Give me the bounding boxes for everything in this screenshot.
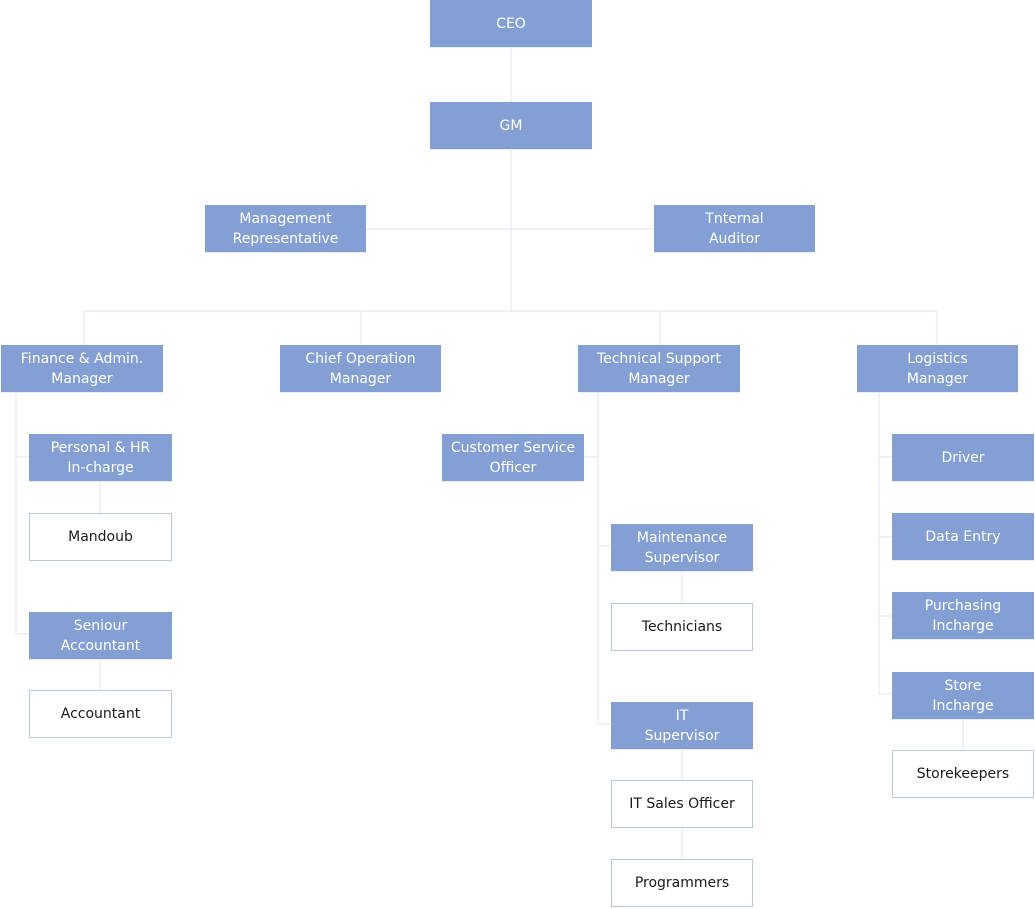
org-node-senior-acc: Seniour Accountant xyxy=(29,612,172,660)
org-node-label: Mandoub xyxy=(68,529,133,545)
org-node-label: Data Entry xyxy=(925,528,1001,545)
org-node-label: Programmers xyxy=(634,875,730,891)
org-node-label: Personal & HR In-charge xyxy=(50,439,151,476)
org-node-label: Tnternal Auditor xyxy=(705,210,764,247)
org-node-label: IT Supervisor xyxy=(644,707,720,744)
org-node-it-sup: IT Supervisor xyxy=(611,702,753,750)
org-node-label: CEO xyxy=(496,15,526,32)
org-node-label: Driver xyxy=(941,449,985,466)
org-node-tech-support: Technical Support Manager xyxy=(578,345,740,393)
org-node-cso: Customer Service Officer xyxy=(442,434,584,482)
org-node-label: Purchasing Incharge xyxy=(924,597,1002,634)
org-node-gm: GM xyxy=(430,102,592,150)
org-node-label: Management Representative xyxy=(232,210,339,247)
org-node-ceo: CEO xyxy=(430,0,592,48)
org-node-purchasing: Purchasing Incharge xyxy=(892,592,1034,640)
org-node-driver: Driver xyxy=(892,434,1034,482)
org-node-label: Logistics Manager xyxy=(906,350,969,387)
org-node-label: Technicians xyxy=(641,619,723,635)
org-node-hr: Personal & HR In-charge xyxy=(29,434,172,482)
org-node-maint-sup: Maintenance Supervisor xyxy=(611,524,753,572)
org-node-it-sales: IT Sales Officer xyxy=(611,780,753,828)
org-node-label: Accountant xyxy=(60,706,141,722)
org-node-label: Seniour Accountant xyxy=(60,617,141,654)
org-node-label: GM xyxy=(499,117,523,134)
org-node-label: Store Incharge xyxy=(932,677,994,714)
org-node-label: IT Sales Officer xyxy=(629,796,735,812)
org-node-finance: Finance & Admin. Manager xyxy=(1,345,163,393)
org-node-store: Store Incharge xyxy=(892,672,1034,720)
org-node-storekeepers: Storekeepers xyxy=(892,750,1034,798)
org-node-data-entry: Data Entry xyxy=(892,513,1034,561)
org-node-technicians: Technicians xyxy=(611,603,753,651)
org-node-label: Chief Operation Manager xyxy=(305,350,416,387)
org-node-internal-auditor: Tnternal Auditor xyxy=(654,205,815,253)
org-node-label: Technical Support Manager xyxy=(596,350,722,387)
org-node-logistics: Logistics Manager xyxy=(857,345,1018,393)
org-node-accountant: Accountant xyxy=(29,690,172,738)
org-node-mandoub: Mandoub xyxy=(29,513,172,561)
org-chart: CEO GM Management Representative Tnternal A… xyxy=(0,0,1035,909)
org-node-programmers: Programmers xyxy=(611,859,753,907)
org-node-label: Finance & Admin. Manager xyxy=(20,350,144,387)
org-node-label: Maintenance Supervisor xyxy=(636,529,728,566)
org-node-label: Customer Service Officer xyxy=(450,439,576,476)
org-node-mgmt-rep: Management Representative xyxy=(205,205,366,253)
org-node-chief-op: Chief Operation Manager xyxy=(280,345,441,393)
org-node-label: Storekeepers xyxy=(916,766,1010,782)
